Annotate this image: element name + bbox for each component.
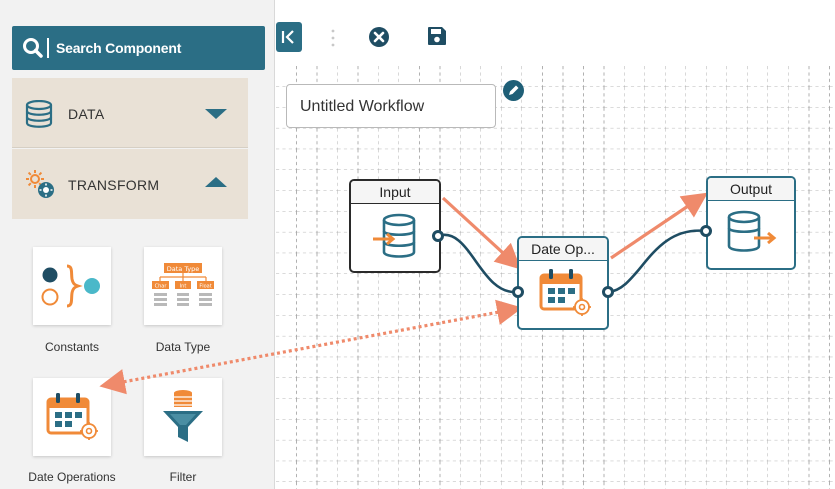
database-out-icon	[727, 210, 777, 252]
node-dateop-out-port[interactable]	[602, 286, 614, 298]
node-dateop-title: Date Op...	[519, 238, 607, 261]
node-input[interactable]: Input	[349, 179, 441, 273]
node-output-title: Output	[708, 178, 794, 201]
node-dateop-in-port[interactable]	[512, 286, 524, 298]
node-output-in-port[interactable]	[700, 225, 712, 237]
flow-arrow-input-to-dateop	[441, 196, 522, 270]
calendar-gear-icon	[539, 269, 591, 316]
node-input-title: Input	[351, 181, 439, 204]
drag-dotted-arrow	[99, 299, 523, 395]
node-input-out-port[interactable]	[432, 230, 444, 242]
node-date-operations[interactable]: Date Op...	[517, 236, 609, 330]
node-output[interactable]: Output	[706, 176, 796, 270]
connector-input-dateop	[437, 233, 518, 294]
database-in-icon	[373, 213, 416, 258]
connector-dateop-output	[607, 229, 707, 294]
